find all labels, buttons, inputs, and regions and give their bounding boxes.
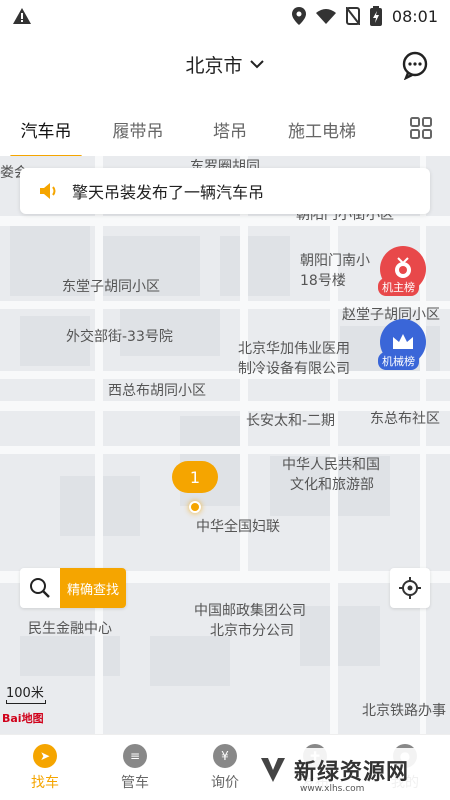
leaf-logo-icon [261, 758, 285, 782]
announcement-bar[interactable]: 擎天吊装发布了一辆汽车吊 [20, 168, 430, 214]
baidu-map-logo: Bai地图 [2, 712, 44, 725]
locate-button[interactable] [390, 568, 430, 608]
map-label: 北京铁路办事 [362, 703, 446, 719]
warning-icon [13, 8, 31, 24]
map-label: 外交部街-33号院 [66, 329, 173, 345]
watermark-title: 新绿资源网 [294, 760, 410, 785]
sliders-icon: ≡ [123, 743, 147, 768]
announcement-text: 擎天吊装发布了一辆汽车吊 [72, 183, 265, 202]
map-location-dot [189, 501, 201, 513]
map-scale-bar [6, 700, 46, 704]
map-label: 东总布社区 [370, 411, 440, 427]
map-label: 北京华加伟业医用 [238, 341, 350, 357]
tab-manage-car[interactable]: ≡ 管车 [90, 735, 180, 800]
map-view[interactable]: 东罗圈胡同 朝阳门小街小区 朝阳门南小 18号楼 东堂子胡同小区 赵堂子胡同小区… [0, 156, 450, 734]
map-label: 朝阳门南小 [300, 253, 370, 269]
map-label: 18号楼 [300, 273, 346, 289]
map-label: 制冷设备有限公司 [238, 361, 350, 377]
city-selector[interactable]: 北京市 [185, 51, 264, 78]
grid-menu-icon[interactable] [410, 117, 432, 139]
map-label: 中国邮政集团公司 [194, 603, 306, 619]
crown-icon [393, 334, 413, 349]
cluster-count: 1 [189, 467, 201, 487]
map-label: 中华全国妇联 [196, 519, 280, 535]
search-icon [30, 578, 50, 598]
map-label: 东堂子胡同小区 [62, 279, 160, 295]
message-icon[interactable] [400, 50, 430, 80]
map-scale: 100米 [6, 686, 44, 701]
map-label: 长安太和-二期 [246, 413, 336, 429]
tab-tower-crane[interactable]: 塔吊 [184, 112, 276, 152]
chevron-down-icon [249, 60, 264, 69]
location-icon [291, 7, 306, 25]
precise-search[interactable]: 精确查找 [20, 568, 126, 608]
machine-rank-label: 机械榜 [378, 352, 419, 370]
tab-find-car[interactable]: ➤ 找车 [0, 735, 90, 800]
map-label: 民生金融中心 [28, 621, 112, 637]
tab-construction-elevator[interactable]: 施工电梯 [276, 112, 368, 152]
tab-crawler-crane[interactable]: 履带吊 [92, 112, 184, 152]
status-time: 08:01 [391, 6, 438, 26]
precise-search-button[interactable]: 精确查找 [60, 568, 126, 608]
watermark-url: www.xlhs.com [300, 784, 365, 794]
wifi-icon [315, 9, 336, 24]
crosshair-icon [399, 577, 421, 599]
map-label: 北京市分公司 [210, 623, 294, 639]
speaker-icon [40, 183, 56, 199]
yen-icon: ¥ [213, 743, 237, 768]
map-label: 西总布胡同小区 [108, 383, 206, 399]
map-label: 中华人民共和国 [282, 457, 380, 473]
status-bar: 08:01 [0, 0, 450, 32]
map-cluster-marker[interactable]: 1 [172, 461, 218, 493]
category-tabs: 汽车吊 履带吊 塔吊 施工电梯 [0, 108, 450, 158]
map-label: 文化和旅游部 [290, 477, 374, 493]
navigation-icon: ➤ [33, 743, 57, 768]
owner-rank-label: 机主榜 [378, 278, 419, 296]
city-name: 北京市 [185, 54, 243, 77]
header: 北京市 [0, 32, 450, 96]
no-sim-icon [345, 7, 360, 25]
battery-icon [369, 6, 382, 26]
tab-truck-crane[interactable]: 汽车吊 [0, 112, 92, 158]
